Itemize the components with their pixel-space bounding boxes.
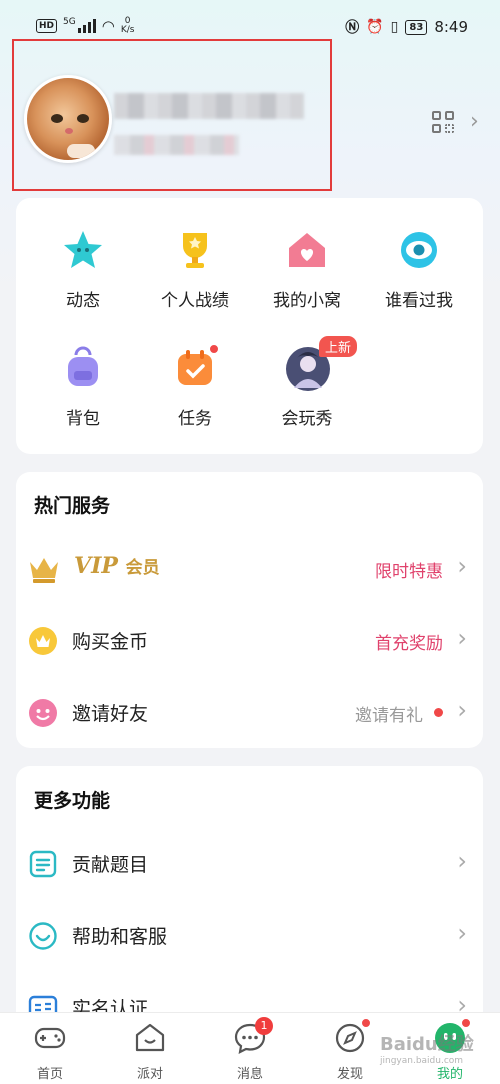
smiley-icon — [28, 698, 58, 728]
clock: 8:49 — [434, 18, 468, 36]
chevron-right-icon: › — [457, 696, 467, 724]
help-support-row[interactable]: 帮助和客服 › — [16, 906, 483, 966]
signal-type: 5G — [63, 17, 76, 27]
grid-item-visitors[interactable]: 谁看过我 — [364, 228, 474, 311]
invite-promo: 邀请有礼 — [355, 706, 423, 726]
notification-dot — [434, 708, 443, 717]
battery-icon: 83 — [405, 19, 428, 35]
profile-name-blurred — [114, 93, 304, 119]
nav-discover[interactable]: 发现 — [310, 1018, 390, 1082]
grid-item-my-nest[interactable]: 我的小窝 — [252, 228, 362, 311]
vip-label: VIP 会员 — [74, 553, 160, 579]
coins-promo: 首充奖励 — [375, 634, 443, 654]
trophy-icon — [173, 228, 217, 272]
invite-friends-row[interactable]: 邀请好友 邀请有礼 › — [16, 683, 483, 743]
calendar-check-icon — [173, 344, 219, 390]
vip-row[interactable]: VIP 会员 限时特惠 › — [16, 539, 483, 599]
hot-services-card: 热门服务 VIP 会员 限时特惠 › 购买金币 首充奖励 › 邀请好友 邀请有礼… — [16, 472, 483, 748]
grid-item-tasks[interactable]: 任务 — [140, 344, 250, 429]
vip-promo: 限时特惠 — [375, 562, 443, 582]
alarm-icon: ⏰ — [366, 19, 384, 35]
contribute-questions-row[interactable]: 贡献题目 › — [16, 834, 483, 894]
chevron-right-icon: › — [457, 847, 467, 875]
chevron-right-icon: › — [457, 552, 467, 580]
chevron-right-icon: › — [457, 919, 467, 947]
grid-item-dynamics[interactable]: 动态 — [28, 228, 138, 311]
profile-id-blurred — [114, 135, 239, 155]
new-badge: 上新 — [319, 336, 358, 357]
headset-icon — [28, 921, 58, 951]
grid-item-personal-record[interactable]: 个人战绩 — [140, 228, 250, 311]
watermark: Baidu经验 jingyan.baidu.com — [380, 1034, 474, 1066]
notification-dot — [209, 344, 219, 354]
nav-messages[interactable]: 1 消息 — [210, 1017, 290, 1082]
hd-indicator: HD — [36, 19, 58, 33]
backpack-icon — [61, 346, 105, 390]
nav-home[interactable]: 首页 — [10, 1021, 90, 1082]
quick-actions-card: 动态 个人战绩 我的小窝 谁看过我 背包 任务 上新 会玩秀 — [16, 198, 483, 454]
network-speed: 0 K/s — [120, 16, 135, 35]
profile-header[interactable] — [12, 39, 332, 191]
chat-bubble-icon: 1 — [233, 1017, 273, 1055]
notification-dot — [361, 1018, 371, 1028]
eye-icon — [397, 228, 441, 272]
section-title: 更多功能 — [34, 790, 111, 812]
notification-dot — [461, 1018, 471, 1028]
party-house-icon — [133, 1021, 167, 1055]
showcase-avatar: 上新 — [285, 336, 358, 391]
qr-code-icon[interactable] — [432, 111, 454, 133]
nav-party[interactable]: 派对 — [110, 1021, 190, 1082]
chevron-right-icon: › — [457, 624, 467, 652]
compass-icon — [333, 1018, 371, 1055]
house-icon — [285, 228, 329, 272]
chevron-right-icon[interactable]: › — [470, 109, 479, 134]
nfc-icon: Ⓝ — [345, 20, 360, 36]
avatar[interactable] — [24, 75, 112, 163]
more-features-card: 更多功能 贡献题目 › 帮助和客服 › 实名认证 › — [16, 766, 483, 1026]
coin-icon — [28, 626, 58, 656]
section-title: 热门服务 — [34, 495, 111, 517]
grid-item-backpack[interactable]: 背包 — [28, 346, 138, 429]
gamepad-icon — [33, 1021, 67, 1055]
signal-icon — [77, 19, 96, 33]
buy-coins-row[interactable]: 购买金币 首充奖励 › — [16, 611, 483, 671]
wifi-icon: ◠ — [101, 17, 115, 35]
document-icon — [28, 849, 58, 879]
vibrate-icon: ▯ — [390, 19, 399, 35]
crown-icon — [28, 554, 58, 584]
grid-item-showcase[interactable]: 上新 会玩秀 — [252, 336, 362, 429]
star-icon — [61, 228, 105, 272]
unread-badge: 1 — [255, 1017, 273, 1035]
